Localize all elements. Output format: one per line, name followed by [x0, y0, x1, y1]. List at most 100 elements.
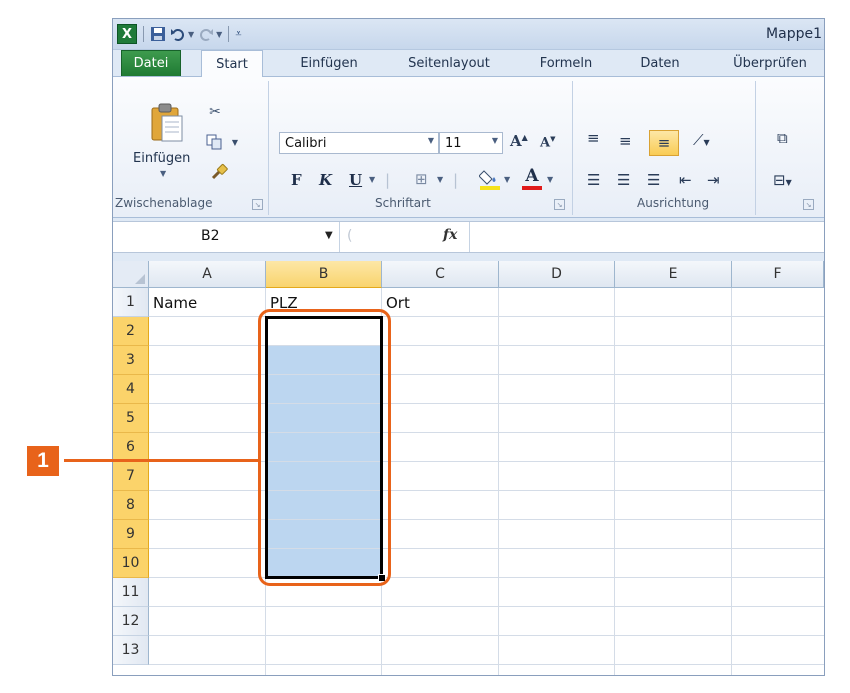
grid-line	[149, 635, 824, 636]
customize-qat-icon[interactable]: ⩡	[235, 27, 241, 41]
cut-icon[interactable]: ✂	[205, 103, 225, 121]
tab-datei[interactable]: Datei	[121, 50, 181, 76]
paste-button[interactable]: Einfügen	[133, 151, 190, 166]
row-header-12[interactable]: 12	[113, 607, 149, 636]
grid-line	[149, 664, 824, 665]
excel-window: X ▼ ▼ ⩡ Mappe1 Datei Start Einfügen Seit…	[112, 18, 825, 676]
italic-button[interactable]: K	[319, 171, 332, 189]
shrink-font-icon[interactable]: A▼	[540, 134, 555, 150]
tab-formeln[interactable]: Formeln	[529, 50, 603, 76]
callout-line	[64, 459, 259, 462]
row-header-13[interactable]: 13	[113, 636, 149, 665]
row-header-3[interactable]: 3	[113, 346, 149, 375]
align-right-icon[interactable]: ☰	[647, 171, 660, 189]
chevron-down-icon[interactable]: ▼	[369, 175, 375, 184]
tab-einfuegen[interactable]: Einfügen	[289, 50, 369, 76]
font-size-value: 11	[445, 135, 462, 151]
grid-line	[149, 577, 824, 578]
formula-bar-splitter-icon[interactable]: (	[347, 228, 352, 244]
font-name-value: Calibri	[285, 135, 327, 151]
align-top-icon[interactable]: ≡	[587, 129, 600, 147]
align-middle-icon[interactable]: ≡	[619, 132, 632, 150]
grid-line	[149, 345, 824, 346]
copy-dropdown-icon[interactable]: ▼	[225, 133, 245, 151]
chevron-down-icon[interactable]: ▼	[547, 175, 553, 184]
window-title: Mappe1	[766, 26, 822, 42]
undo-icon[interactable]: ▼	[170, 26, 194, 42]
column-header-b[interactable]: B	[266, 261, 382, 288]
font-name-combo[interactable]: Calibri ▼	[279, 132, 439, 154]
align-left-icon[interactable]: ☰	[587, 171, 600, 189]
row-header-6[interactable]: 6	[113, 433, 149, 462]
title-bar: X ▼ ▼ ⩡ Mappe1	[113, 19, 824, 50]
row-header-10[interactable]: 10	[113, 549, 149, 578]
chevron-down-icon[interactable]: ▼	[325, 230, 333, 241]
cell-a1[interactable]: Name	[153, 294, 197, 312]
insert-function-button[interactable]: fx	[443, 227, 457, 243]
column-header-d[interactable]: D	[499, 261, 615, 288]
align-bottom-icon[interactable]: ≡	[649, 130, 679, 156]
group-divider	[572, 81, 573, 215]
font-size-combo[interactable]: 11 ▼	[439, 132, 503, 154]
quick-access-toolbar: X ▼ ▼ ⩡	[117, 24, 242, 44]
underline-button[interactable]: U	[349, 171, 362, 189]
increase-indent-icon[interactable]: ⇥	[707, 171, 720, 189]
column-header-e[interactable]: E	[615, 261, 732, 288]
tab-start[interactable]: Start	[201, 50, 263, 77]
paste-dropdown-icon[interactable]: ▼	[160, 169, 166, 178]
grid-line	[149, 432, 824, 433]
worksheet-grid[interactable]: A B C D E F 1 2 3 4 5 6 7 8 9 10 11 12 1…	[113, 261, 824, 675]
save-icon[interactable]	[150, 26, 166, 42]
bold-button[interactable]: F	[291, 171, 302, 189]
clipboard-launcher-icon[interactable]: ↘	[252, 199, 263, 210]
column-header-a[interactable]: A	[149, 261, 266, 288]
cell-c1[interactable]: Ort	[386, 294, 410, 312]
format-painter-icon[interactable]	[209, 163, 229, 181]
name-box[interactable]: B2 ▼	[113, 222, 339, 252]
row-header-9[interactable]: 9	[113, 520, 149, 549]
row-header-1[interactable]: 1	[113, 288, 149, 317]
grow-font-icon[interactable]: A▲	[510, 132, 528, 150]
wrap-text-icon[interactable]: ⧉	[777, 129, 788, 147]
grid-line	[731, 288, 732, 675]
align-center-icon[interactable]: ☰	[617, 171, 630, 189]
select-all-button[interactable]	[113, 261, 149, 288]
font-color-icon[interactable]: A	[521, 167, 543, 191]
formula-bar-divider	[469, 222, 470, 252]
column-header-c[interactable]: C	[382, 261, 499, 288]
tab-ueberpruefen[interactable]: Überprüfen	[721, 50, 819, 76]
row-header-5[interactable]: 5	[113, 404, 149, 433]
row-header-4[interactable]: 4	[113, 375, 149, 404]
name-box-value: B2	[201, 228, 220, 244]
copy-icon[interactable]	[205, 133, 225, 151]
merge-center-icon[interactable]: ⊟▼	[773, 171, 792, 189]
redo-icon[interactable]: ▼	[198, 26, 222, 42]
row-header-7[interactable]: 7	[113, 462, 149, 491]
orientation-icon[interactable]: ⟋▼	[693, 131, 710, 149]
paste-icon[interactable]	[150, 102, 184, 142]
font-launcher-icon[interactable]: ↘	[554, 199, 565, 210]
tab-daten[interactable]: Daten	[627, 50, 693, 76]
group-divider	[755, 81, 756, 215]
toolbar-divider	[143, 26, 144, 42]
excel-icon[interactable]: X	[117, 24, 137, 44]
row-header-2[interactable]: 2	[113, 317, 149, 346]
grid-line	[149, 316, 824, 317]
row-header-8[interactable]: 8	[113, 491, 149, 520]
tab-seitenlayout[interactable]: Seitenlayout	[393, 50, 505, 76]
row-header-11[interactable]: 11	[113, 578, 149, 607]
formula-bar-divider	[339, 222, 340, 252]
fill-color-icon[interactable]	[478, 167, 501, 191]
border-icon[interactable]: ⊞	[415, 170, 428, 188]
group-divider	[268, 81, 269, 215]
alignment-launcher-icon[interactable]: ↘	[803, 199, 814, 210]
grid-line	[149, 548, 824, 549]
chevron-down-icon: ▼	[491, 136, 498, 145]
alignment-group-label: Ausrichtung	[637, 196, 710, 210]
chevron-down-icon[interactable]: ▼	[504, 175, 510, 184]
chevron-down-icon[interactable]: ▼	[437, 175, 443, 184]
decrease-indent-icon[interactable]: ⇤	[679, 171, 692, 189]
ribbon-tabs: Datei Start Einfügen Seitenlayout Formel…	[113, 50, 824, 77]
toolbar-divider	[228, 26, 230, 42]
column-header-f[interactable]: F	[732, 261, 824, 288]
